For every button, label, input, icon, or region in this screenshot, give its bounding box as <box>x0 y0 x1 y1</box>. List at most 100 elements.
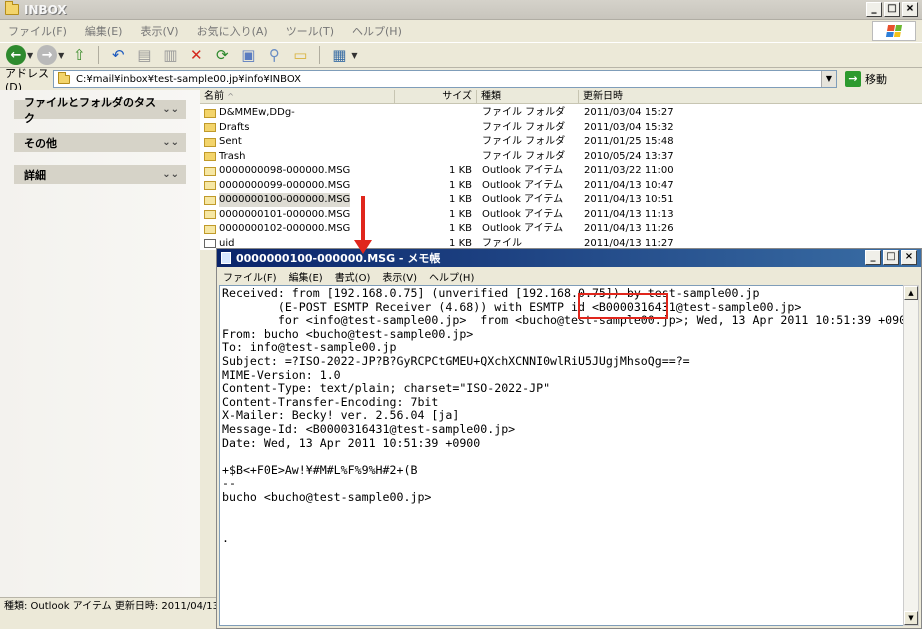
go-arrow-icon: → <box>845 71 861 87</box>
back-icon[interactable]: ← <box>6 45 26 65</box>
chevron-down-icon[interactable]: ⌄⌄ <box>162 169 179 180</box>
msg-icon <box>204 210 216 219</box>
column-name-label: 名前 <box>204 91 224 102</box>
maximize-button[interactable]: □ <box>883 250 899 265</box>
red-arrow-icon <box>354 196 372 254</box>
np-menu-edit[interactable]: 編集(E) <box>289 269 323 284</box>
refresh-icon[interactable]: ⟳ <box>211 44 233 66</box>
task-section-details[interactable]: 詳細 ⌄⌄ <box>14 165 186 184</box>
file-name-cell: 0000000102-000000.MSG <box>204 222 350 236</box>
undo-icon[interactable]: ↶ <box>107 44 129 66</box>
notepad-title-bar[interactable]: 0000000100-000000.MSG - メモ帳 _ □ × <box>217 249 921 267</box>
up-folder-icon[interactable]: ⇧ <box>68 44 90 66</box>
copy-to-icon[interactable]: ▥ <box>159 44 181 66</box>
properties-icon[interactable]: ▣ <box>237 44 259 66</box>
text-line: bucho <bucho@test-sample00.jp> <box>222 489 432 504</box>
maximize-button[interactable]: □ <box>884 2 900 17</box>
menu-edit[interactable]: 編集(E) <box>85 23 123 39</box>
file-name: D&MMEw,DDg- <box>219 107 295 118</box>
file-name-cell: 0000000099-000000.MSG <box>204 179 350 193</box>
file-list: 名前 ^ サイズ 種類 更新日時 D&MMEw,DDg- ファイル フォルダ 201… <box>200 90 922 250</box>
text-line: . <box>222 530 229 545</box>
file-row[interactable]: Trash ファイル フォルダ 2010/05/24 13:37 <box>200 150 922 165</box>
column-type[interactable]: 種類 <box>477 90 579 104</box>
text-line: Date: Wed, 13 Apr 2011 10:51:39 +0900 <box>222 435 481 450</box>
np-menu-format[interactable]: 書式(O) <box>335 269 371 284</box>
text-line: Received: from [192.168.0.75] (unverifie… <box>222 286 760 300</box>
file-row[interactable]: 0000000099-000000.MSG 1 KB Outlook アイテム 201… <box>200 179 922 194</box>
menu-file[interactable]: ファイル(F) <box>8 23 67 39</box>
file-name-cell: 0000000100-000000.MSG <box>204 193 351 207</box>
explorer-menu-bar: ファイル(F) 編集(E) 表示(V) お気に入り(A) ツール(T) ヘルプ(… <box>0 20 922 42</box>
address-folder-icon <box>58 71 70 84</box>
search-icon[interactable]: ⚲ <box>263 44 285 66</box>
notepad-text-area[interactable]: Received: from [192.168.0.75] (unverifie… <box>219 285 904 626</box>
address-input[interactable] <box>74 72 814 86</box>
file-row[interactable]: D&MMEw,DDg- ファイル フォルダ 2011/03/04 15:27 <box>200 106 922 121</box>
menu-view[interactable]: 表示(V) <box>140 23 178 39</box>
file-row[interactable]: 0000000101-000000.MSG 1 KB Outlook アイテム 201… <box>200 208 922 223</box>
file-type: Outlook アイテム <box>482 223 564 234</box>
minimize-button[interactable]: _ <box>866 2 882 17</box>
close-button[interactable]: × <box>901 250 917 265</box>
text-line: -- <box>222 476 236 491</box>
text-line: Message-Id: <B0000316431@test-sample00.j… <box>222 421 516 436</box>
file-date: 2011/04/13 10:51 <box>584 194 674 205</box>
task-section-other[interactable]: その他 ⌄⌄ <box>14 133 186 152</box>
file-type: ファイル フォルダ <box>482 136 566 147</box>
explorer-title-bar[interactable]: INBOX _ □ × <box>0 0 922 20</box>
minimize-button[interactable]: _ <box>865 250 881 265</box>
np-menu-file[interactable]: ファイル(F) <box>223 269 277 284</box>
file-row[interactable]: 0000000102-000000.MSG 1 KB Outlook アイテム 201… <box>200 222 922 237</box>
views-dropdown-icon[interactable]: ▼ <box>351 51 357 60</box>
file-date: 2011/04/13 11:26 <box>584 223 674 234</box>
address-box[interactable]: ▼ <box>53 70 837 88</box>
file-row[interactable]: 0000000098-000000.MSG 1 KB Outlook アイテム 201… <box>200 164 922 179</box>
file-date: 2011/04/13 10:47 <box>584 179 674 191</box>
move-to-icon[interactable]: ▤ <box>133 44 155 66</box>
explorer-title: INBOX <box>24 2 67 17</box>
menu-favorites[interactable]: お気に入り(A) <box>197 23 268 39</box>
file-type: ファイル フォルダ <box>482 121 566 133</box>
file-row[interactable]: Sent ファイル フォルダ 2011/01/25 15:48 <box>200 135 922 150</box>
column-date[interactable]: 更新日時 <box>579 90 922 104</box>
file-name-cell: Drafts <box>204 121 249 135</box>
delete-icon[interactable]: ✕ <box>185 44 207 66</box>
menu-tools[interactable]: ツール(T) <box>286 23 334 39</box>
text-line: +$B<+F0E>Aw!¥#M#L%F%9%H#2+(B <box>222 462 418 477</box>
folder-icon <box>204 123 216 132</box>
file-name: Sent <box>219 136 242 147</box>
task-section-file-folder[interactable]: ファイルとフォルダのタスク ⌄⌄ <box>14 96 186 125</box>
vertical-scrollbar[interactable]: ▲ ▼ <box>903 285 919 626</box>
chevron-down-icon[interactable]: ⌄⌄ <box>162 137 179 148</box>
back-dropdown-icon[interactable]: ▼ <box>27 51 33 60</box>
forward-icon[interactable]: → <box>37 45 58 65</box>
text-line: (E-POST ESMTP Receiver (4.68)) with ESMT… <box>222 299 802 314</box>
np-menu-view[interactable]: 表示(V) <box>382 269 417 284</box>
address-dropdown-icon[interactable]: ▼ <box>821 71 836 87</box>
forward-dropdown-icon[interactable]: ▼ <box>58 51 64 60</box>
column-name[interactable]: 名前 ^ <box>200 90 395 104</box>
go-button[interactable]: → 移動 <box>845 71 887 87</box>
scroll-up-icon[interactable]: ▲ <box>904 286 918 300</box>
np-menu-help[interactable]: ヘルプ(H) <box>429 269 474 284</box>
file-row[interactable]: 0000000100-000000.MSG 1 KB Outlook アイテム 201… <box>200 193 922 208</box>
file-type: Outlook アイテム <box>482 165 564 176</box>
file-name: 0000000100-000000.MSG <box>219 193 351 207</box>
file-date: 2011/03/04 15:32 <box>584 121 674 133</box>
toolbar-separator <box>319 46 321 64</box>
views-icon[interactable]: ▦ <box>328 44 350 66</box>
scroll-down-icon[interactable]: ▼ <box>904 611 918 625</box>
file-name: Trash <box>219 150 246 162</box>
go-label: 移動 <box>865 73 887 86</box>
file-row[interactable]: Drafts ファイル フォルダ 2011/03/04 15:32 <box>200 121 922 136</box>
folders-icon[interactable]: ▭ <box>289 44 311 66</box>
text-line <box>222 450 903 464</box>
file-name: 0000000101-000000.MSG <box>219 208 351 220</box>
text-line: To: info@test-sample00.jp <box>222 340 397 355</box>
file-size: 1 KB <box>449 223 472 234</box>
column-size[interactable]: サイズ <box>395 90 477 104</box>
chevron-down-icon[interactable]: ⌄⌄ <box>162 104 179 115</box>
close-button[interactable]: × <box>902 2 918 17</box>
menu-help[interactable]: ヘルプ(H) <box>352 23 402 39</box>
